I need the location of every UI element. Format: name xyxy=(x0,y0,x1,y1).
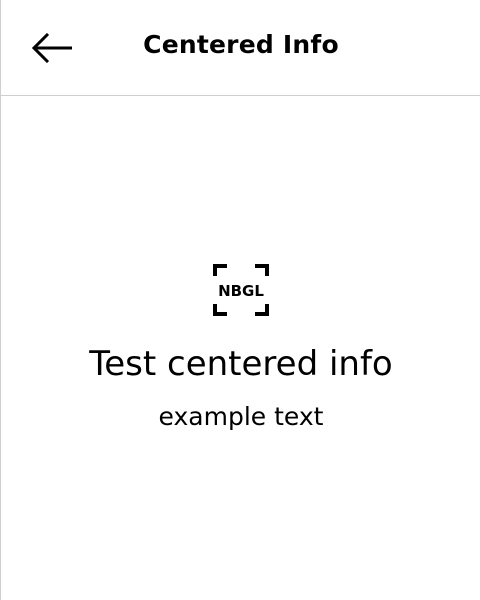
info-title: Test centered info xyxy=(89,344,393,384)
info-subtitle: example text xyxy=(158,402,324,431)
page-title: Centered Info xyxy=(143,30,339,59)
header-bar: Centered Info xyxy=(1,0,480,96)
centered-info-content: NBGL Test centered info example text xyxy=(1,96,480,600)
nbgl-logo-icon: NBGL xyxy=(213,264,269,316)
screen: Centered Info NBGL Test centered info ex… xyxy=(0,0,480,600)
logo-text: NBGL xyxy=(218,282,264,300)
